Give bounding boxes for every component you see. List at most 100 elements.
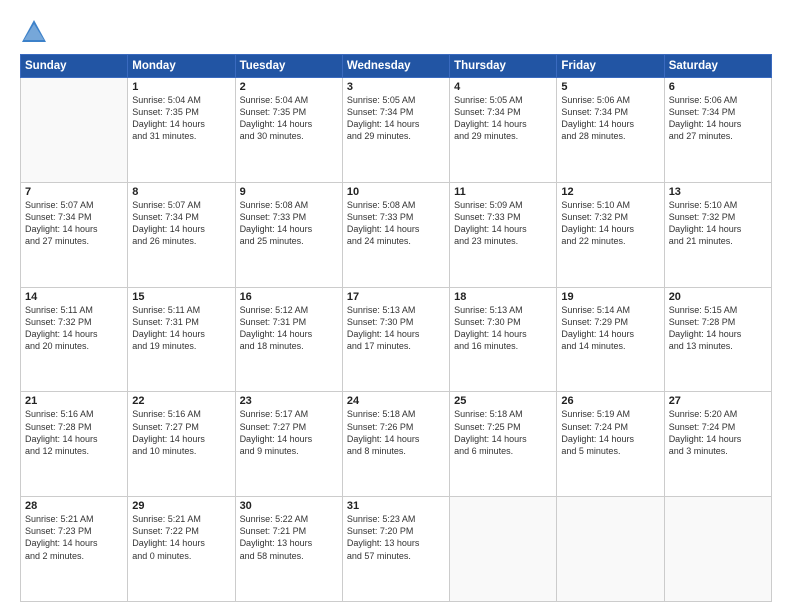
day-info: Sunrise: 5:10 AM Sunset: 7:32 PM Dayligh…	[669, 199, 767, 248]
calendar-cell: 2Sunrise: 5:04 AM Sunset: 7:35 PM Daylig…	[235, 78, 342, 183]
day-info: Sunrise: 5:05 AM Sunset: 7:34 PM Dayligh…	[347, 94, 445, 143]
calendar-cell: 9Sunrise: 5:08 AM Sunset: 7:33 PM Daylig…	[235, 182, 342, 287]
calendar-cell: 17Sunrise: 5:13 AM Sunset: 7:30 PM Dayli…	[342, 287, 449, 392]
day-number: 1	[132, 81, 230, 93]
day-info: Sunrise: 5:16 AM Sunset: 7:28 PM Dayligh…	[25, 408, 123, 457]
calendar-cell: 22Sunrise: 5:16 AM Sunset: 7:27 PM Dayli…	[128, 392, 235, 497]
calendar-cell: 30Sunrise: 5:22 AM Sunset: 7:21 PM Dayli…	[235, 497, 342, 602]
calendar-cell: 25Sunrise: 5:18 AM Sunset: 7:25 PM Dayli…	[450, 392, 557, 497]
calendar-cell: 14Sunrise: 5:11 AM Sunset: 7:32 PM Dayli…	[21, 287, 128, 392]
day-info: Sunrise: 5:18 AM Sunset: 7:26 PM Dayligh…	[347, 408, 445, 457]
day-info: Sunrise: 5:11 AM Sunset: 7:31 PM Dayligh…	[132, 304, 230, 353]
day-info: Sunrise: 5:05 AM Sunset: 7:34 PM Dayligh…	[454, 94, 552, 143]
calendar-cell: 24Sunrise: 5:18 AM Sunset: 7:26 PM Dayli…	[342, 392, 449, 497]
day-header-wednesday: Wednesday	[342, 55, 449, 78]
calendar-cell: 12Sunrise: 5:10 AM Sunset: 7:32 PM Dayli…	[557, 182, 664, 287]
calendar-header-row: SundayMondayTuesdayWednesdayThursdayFrid…	[21, 55, 772, 78]
day-number: 2	[240, 81, 338, 93]
calendar-cell: 8Sunrise: 5:07 AM Sunset: 7:34 PM Daylig…	[128, 182, 235, 287]
day-number: 4	[454, 81, 552, 93]
day-number: 6	[669, 81, 767, 93]
calendar-week-3: 14Sunrise: 5:11 AM Sunset: 7:32 PM Dayli…	[21, 287, 772, 392]
day-header-saturday: Saturday	[664, 55, 771, 78]
day-info: Sunrise: 5:23 AM Sunset: 7:20 PM Dayligh…	[347, 513, 445, 562]
day-info: Sunrise: 5:12 AM Sunset: 7:31 PM Dayligh…	[240, 304, 338, 353]
day-info: Sunrise: 5:11 AM Sunset: 7:32 PM Dayligh…	[25, 304, 123, 353]
day-info: Sunrise: 5:18 AM Sunset: 7:25 PM Dayligh…	[454, 408, 552, 457]
calendar-cell: 26Sunrise: 5:19 AM Sunset: 7:24 PM Dayli…	[557, 392, 664, 497]
day-number: 26	[561, 395, 659, 407]
day-info: Sunrise: 5:21 AM Sunset: 7:22 PM Dayligh…	[132, 513, 230, 562]
day-header-friday: Friday	[557, 55, 664, 78]
calendar-cell: 7Sunrise: 5:07 AM Sunset: 7:34 PM Daylig…	[21, 182, 128, 287]
calendar-cell: 6Sunrise: 5:06 AM Sunset: 7:34 PM Daylig…	[664, 78, 771, 183]
calendar-table: SundayMondayTuesdayWednesdayThursdayFrid…	[20, 54, 772, 602]
day-header-tuesday: Tuesday	[235, 55, 342, 78]
day-info: Sunrise: 5:06 AM Sunset: 7:34 PM Dayligh…	[669, 94, 767, 143]
calendar-cell	[557, 497, 664, 602]
day-info: Sunrise: 5:08 AM Sunset: 7:33 PM Dayligh…	[347, 199, 445, 248]
calendar-cell: 28Sunrise: 5:21 AM Sunset: 7:23 PM Dayli…	[21, 497, 128, 602]
day-info: Sunrise: 5:17 AM Sunset: 7:27 PM Dayligh…	[240, 408, 338, 457]
calendar-cell: 16Sunrise: 5:12 AM Sunset: 7:31 PM Dayli…	[235, 287, 342, 392]
calendar-cell: 5Sunrise: 5:06 AM Sunset: 7:34 PM Daylig…	[557, 78, 664, 183]
day-number: 14	[25, 291, 123, 303]
day-number: 17	[347, 291, 445, 303]
calendar-week-1: 1Sunrise: 5:04 AM Sunset: 7:35 PM Daylig…	[21, 78, 772, 183]
day-number: 30	[240, 500, 338, 512]
day-number: 13	[669, 186, 767, 198]
logo-icon	[20, 18, 48, 46]
calendar-cell	[21, 78, 128, 183]
day-header-thursday: Thursday	[450, 55, 557, 78]
day-number: 15	[132, 291, 230, 303]
day-number: 29	[132, 500, 230, 512]
day-number: 25	[454, 395, 552, 407]
day-info: Sunrise: 5:04 AM Sunset: 7:35 PM Dayligh…	[240, 94, 338, 143]
day-number: 22	[132, 395, 230, 407]
day-info: Sunrise: 5:20 AM Sunset: 7:24 PM Dayligh…	[669, 408, 767, 457]
day-number: 28	[25, 500, 123, 512]
day-number: 8	[132, 186, 230, 198]
day-number: 3	[347, 81, 445, 93]
calendar-cell: 23Sunrise: 5:17 AM Sunset: 7:27 PM Dayli…	[235, 392, 342, 497]
day-number: 5	[561, 81, 659, 93]
header	[20, 18, 772, 46]
day-number: 12	[561, 186, 659, 198]
calendar-week-4: 21Sunrise: 5:16 AM Sunset: 7:28 PM Dayli…	[21, 392, 772, 497]
day-info: Sunrise: 5:04 AM Sunset: 7:35 PM Dayligh…	[132, 94, 230, 143]
calendar-cell	[450, 497, 557, 602]
day-number: 9	[240, 186, 338, 198]
calendar-cell: 20Sunrise: 5:15 AM Sunset: 7:28 PM Dayli…	[664, 287, 771, 392]
calendar-week-2: 7Sunrise: 5:07 AM Sunset: 7:34 PM Daylig…	[21, 182, 772, 287]
day-header-monday: Monday	[128, 55, 235, 78]
day-number: 27	[669, 395, 767, 407]
day-number: 20	[669, 291, 767, 303]
day-number: 7	[25, 186, 123, 198]
calendar-cell: 10Sunrise: 5:08 AM Sunset: 7:33 PM Dayli…	[342, 182, 449, 287]
page: SundayMondayTuesdayWednesdayThursdayFrid…	[0, 0, 792, 612]
day-info: Sunrise: 5:14 AM Sunset: 7:29 PM Dayligh…	[561, 304, 659, 353]
calendar-cell: 18Sunrise: 5:13 AM Sunset: 7:30 PM Dayli…	[450, 287, 557, 392]
day-info: Sunrise: 5:07 AM Sunset: 7:34 PM Dayligh…	[25, 199, 123, 248]
day-info: Sunrise: 5:19 AM Sunset: 7:24 PM Dayligh…	[561, 408, 659, 457]
day-header-sunday: Sunday	[21, 55, 128, 78]
day-info: Sunrise: 5:08 AM Sunset: 7:33 PM Dayligh…	[240, 199, 338, 248]
day-info: Sunrise: 5:21 AM Sunset: 7:23 PM Dayligh…	[25, 513, 123, 562]
calendar-cell: 27Sunrise: 5:20 AM Sunset: 7:24 PM Dayli…	[664, 392, 771, 497]
day-info: Sunrise: 5:16 AM Sunset: 7:27 PM Dayligh…	[132, 408, 230, 457]
day-number: 21	[25, 395, 123, 407]
day-number: 10	[347, 186, 445, 198]
day-number: 23	[240, 395, 338, 407]
calendar-cell: 1Sunrise: 5:04 AM Sunset: 7:35 PM Daylig…	[128, 78, 235, 183]
calendar-cell: 29Sunrise: 5:21 AM Sunset: 7:22 PM Dayli…	[128, 497, 235, 602]
calendar-cell: 3Sunrise: 5:05 AM Sunset: 7:34 PM Daylig…	[342, 78, 449, 183]
calendar-cell: 11Sunrise: 5:09 AM Sunset: 7:33 PM Dayli…	[450, 182, 557, 287]
calendar-cell: 31Sunrise: 5:23 AM Sunset: 7:20 PM Dayli…	[342, 497, 449, 602]
day-info: Sunrise: 5:09 AM Sunset: 7:33 PM Dayligh…	[454, 199, 552, 248]
day-info: Sunrise: 5:15 AM Sunset: 7:28 PM Dayligh…	[669, 304, 767, 353]
day-number: 11	[454, 186, 552, 198]
day-info: Sunrise: 5:13 AM Sunset: 7:30 PM Dayligh…	[347, 304, 445, 353]
calendar-cell	[664, 497, 771, 602]
day-number: 24	[347, 395, 445, 407]
calendar-cell: 4Sunrise: 5:05 AM Sunset: 7:34 PM Daylig…	[450, 78, 557, 183]
